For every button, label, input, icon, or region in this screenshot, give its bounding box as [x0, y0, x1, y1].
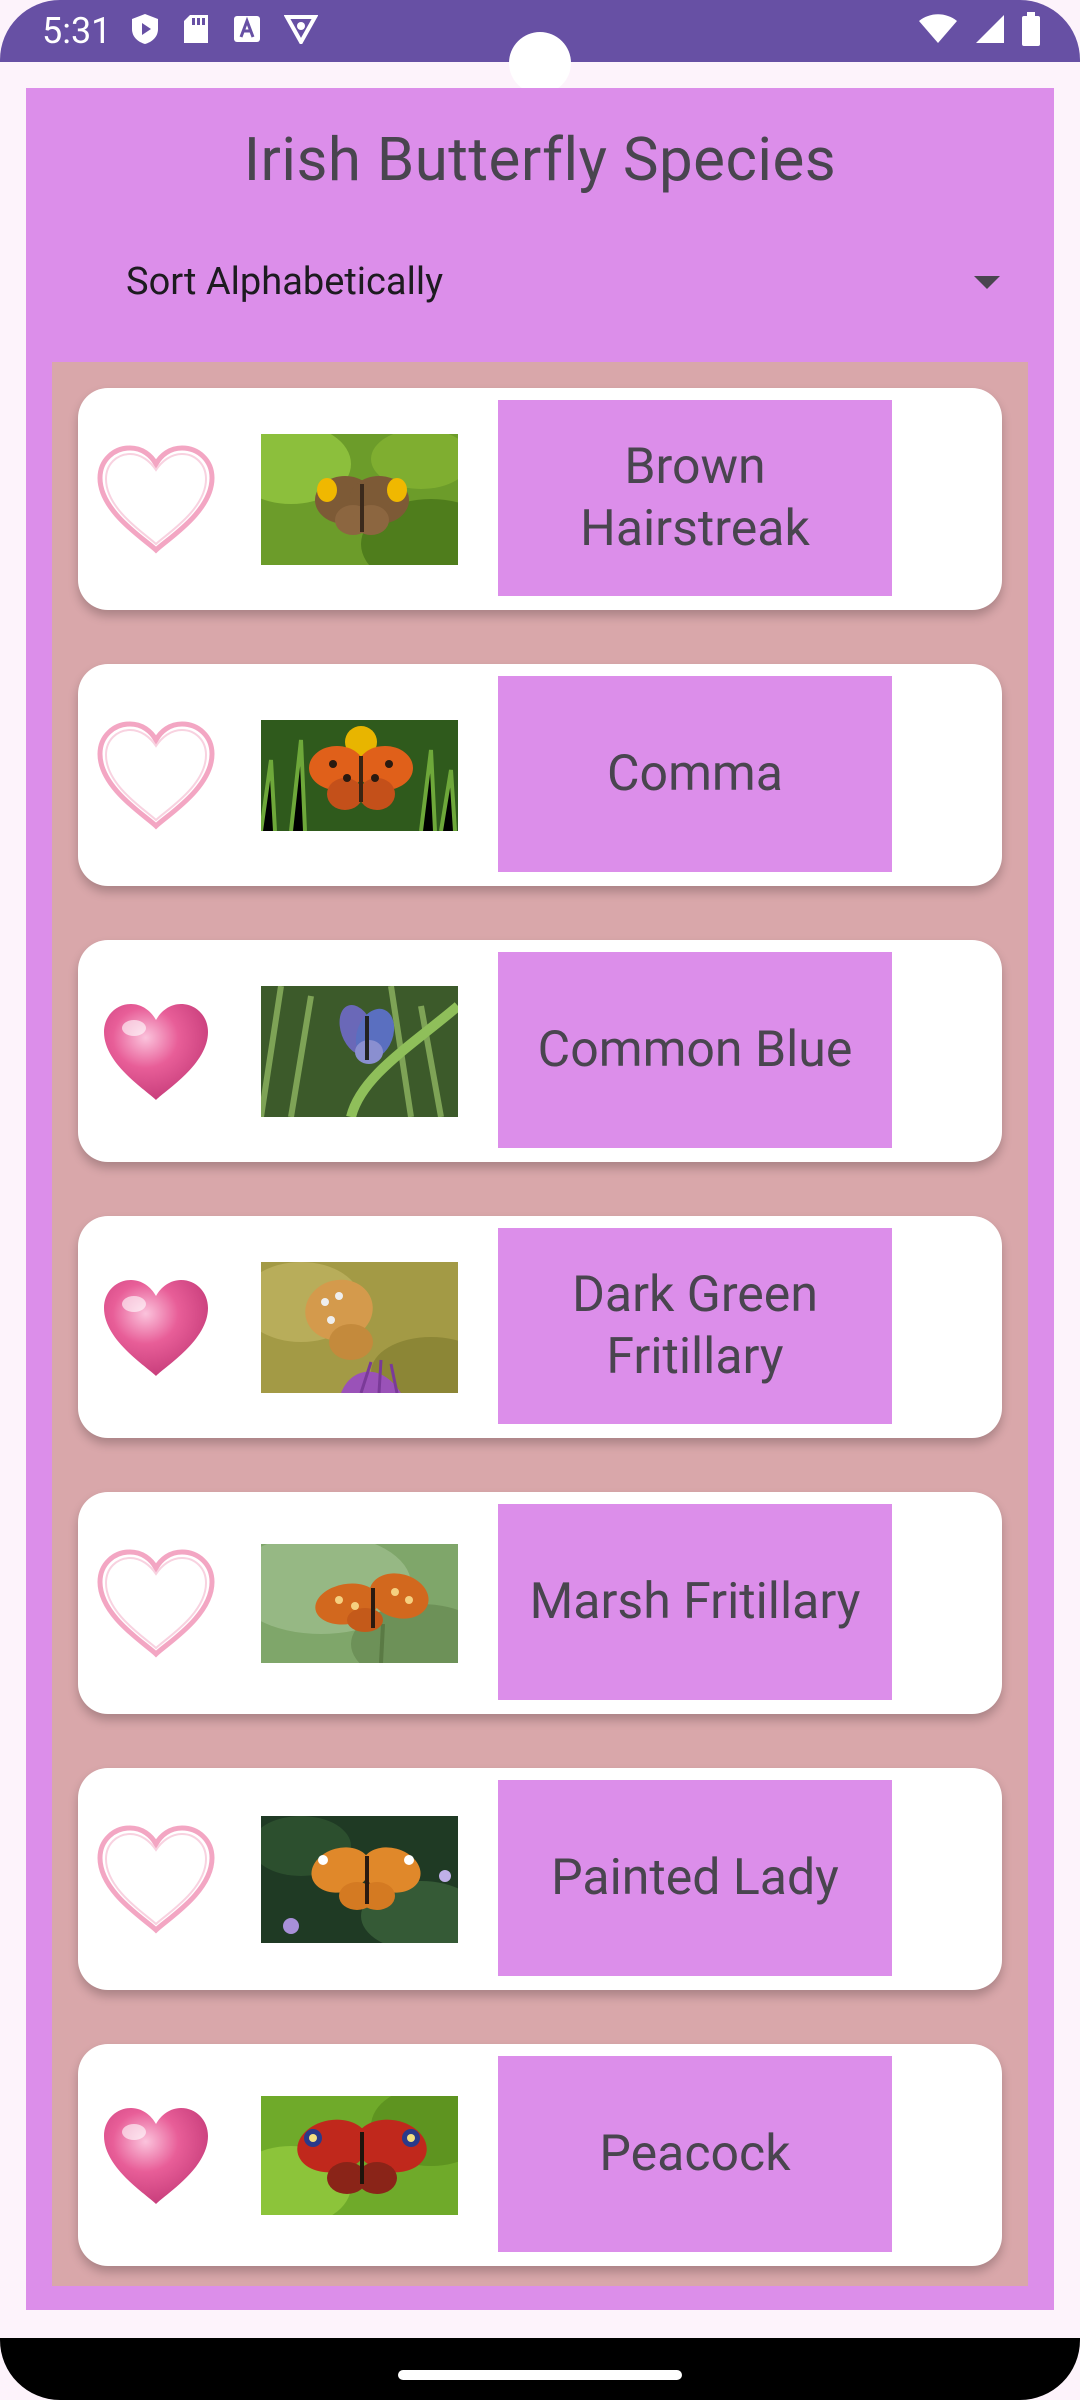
heart-outline-icon[interactable] — [94, 718, 218, 834]
play-protect-icon — [132, 14, 158, 44]
brown-hairstreak-photo — [261, 434, 458, 565]
sort-dropdown-value: Sort Alphabetically — [126, 260, 444, 304]
wifi-icon — [919, 14, 957, 43]
camera-cutout — [509, 32, 571, 94]
butterfly-name: Common Blue — [498, 952, 892, 1148]
vpn-shield-icon — [284, 15, 318, 44]
butterfly-name: Comma — [498, 676, 892, 872]
list-item[interactable]: Marsh Fritillary — [78, 1492, 1002, 1714]
heart-filled-icon[interactable] — [94, 994, 218, 1110]
navigation-bar — [0, 2338, 1080, 2400]
marsh-fritillary-photo — [261, 1544, 458, 1663]
battery-icon — [1022, 12, 1040, 46]
list-item[interactable]: Common Blue — [78, 940, 1002, 1162]
butterfly-name: Brown Hairstreak — [498, 400, 892, 596]
dark-green-fritillary-photo — [261, 1262, 458, 1393]
painted-lady-photo — [261, 1816, 458, 1943]
heart-outline-icon[interactable] — [94, 1822, 218, 1938]
butterfly-name: Marsh Fritillary — [498, 1504, 892, 1700]
home-gesture-handle[interactable] — [398, 2370, 682, 2380]
butterfly-name: Painted Lady — [498, 1780, 892, 1976]
status-time: 5:31 — [42, 10, 112, 52]
list-item[interactable]: Peacock — [78, 2044, 1002, 2266]
peacock-photo — [261, 2096, 458, 2215]
page-title: Irish Butterfly Species — [243, 124, 837, 195]
status-icons-left — [130, 12, 318, 46]
list-item[interactable]: Painted Lady — [78, 1768, 1002, 1990]
list-item[interactable]: Brown Hairstreak — [78, 388, 1002, 610]
heart-outline-icon[interactable] — [94, 442, 218, 558]
heart-filled-icon[interactable] — [94, 2098, 218, 2214]
butterfly-list[interactable]: Brown Hairstreak Comma Common Blue Dark … — [52, 362, 1028, 2286]
signal-icon — [976, 15, 1004, 43]
list-item[interactable]: Comma — [78, 664, 1002, 886]
main-panel: Irish Butterfly Species Sort Alphabetica… — [26, 88, 1054, 2310]
keyboard-a-icon — [234, 16, 260, 42]
status-icons-right — [918, 12, 1042, 46]
heart-outline-icon[interactable] — [94, 1546, 218, 1662]
dropdown-arrow-icon[interactable] — [972, 274, 1002, 290]
comma-photo — [261, 720, 458, 831]
butterfly-name: Dark Green Fritillary — [498, 1228, 892, 1424]
butterfly-name: Peacock — [498, 2056, 892, 2252]
heart-filled-icon[interactable] — [94, 1270, 218, 1386]
sort-dropdown[interactable]: Sort Alphabetically — [126, 246, 1006, 318]
list-item[interactable]: Dark Green Fritillary — [78, 1216, 1002, 1438]
common-blue-photo — [261, 986, 458, 1117]
sd-card-icon — [184, 15, 208, 43]
